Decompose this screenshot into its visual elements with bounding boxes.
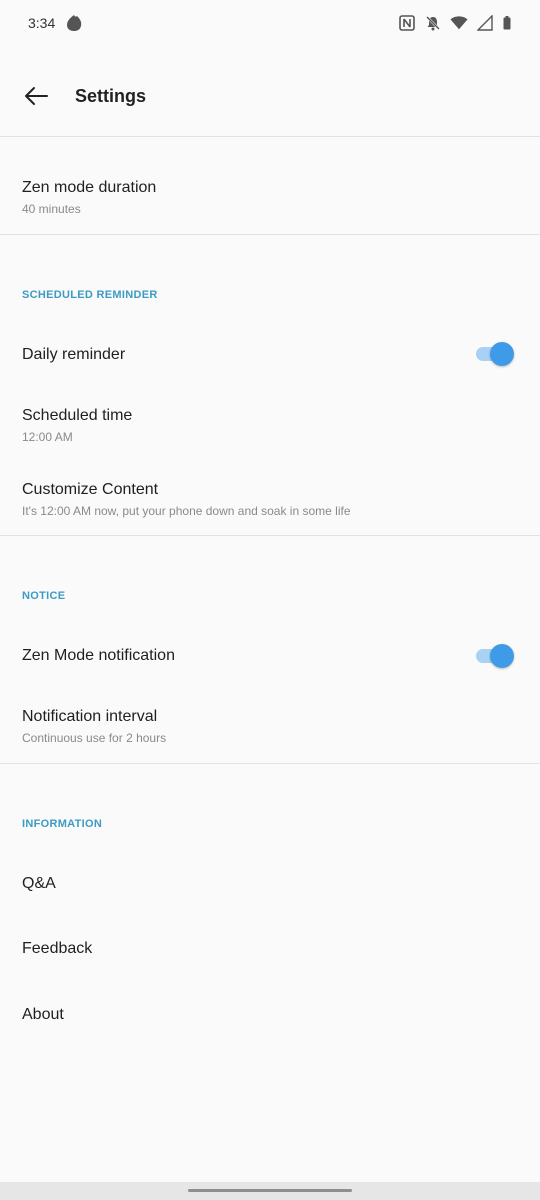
customize-content-item[interactable]: Customize Content It's 12:00 AM now, put… (0, 463, 540, 533)
qa-title: Q&A (22, 875, 56, 892)
daily-reminder-toggle[interactable] (474, 341, 514, 367)
toggle-thumb (490, 644, 514, 668)
customize-content-title: Customize Content (22, 481, 159, 498)
status-icons (398, 14, 512, 32)
notification-interval-value: Continuous use for 2 hours (22, 731, 167, 745)
zen-mode-notification-item[interactable]: Zen Mode notification (0, 626, 540, 686)
navigation-bar (0, 1182, 540, 1200)
home-indicator[interactable] (188, 1189, 352, 1192)
arrow-left-icon (25, 87, 48, 105)
nfc-icon (398, 14, 416, 32)
customize-content-value: It's 12:00 AM now, put your phone down a… (22, 504, 351, 518)
scheduled-time-value: 12:00 AM (22, 430, 73, 444)
bell-muted-icon (424, 14, 442, 32)
daily-reminder-item[interactable]: Daily reminder (0, 325, 540, 385)
feedback-item[interactable]: Feedback (0, 920, 540, 978)
zen-mode-duration-title: Zen mode duration (22, 179, 157, 196)
wifi-icon (450, 14, 468, 32)
zen-mode-notification-toggle[interactable] (474, 643, 514, 669)
about-title: About (22, 1006, 64, 1023)
back-button[interactable] (14, 78, 58, 114)
notification-interval-title: Notification interval (22, 708, 158, 725)
about-item[interactable]: About (0, 986, 540, 1044)
daily-reminder-title: Daily reminder (22, 346, 126, 363)
section-header-scheduled-reminder: SCHEDULED REMINDER (22, 289, 158, 301)
feedback-title: Feedback (22, 940, 93, 957)
app-notification-icon (66, 14, 82, 32)
scheduled-time-item[interactable]: Scheduled time 12:00 AM (0, 390, 540, 455)
section-header-notice: NOTICE (22, 590, 66, 602)
status-bar: 3:34 (0, 0, 540, 48)
section-header-information: INFORMATION (22, 818, 103, 830)
status-time: 3:34 (28, 15, 56, 31)
qa-item[interactable]: Q&A (0, 855, 540, 913)
zen-mode-duration-item[interactable]: Zen mode duration 40 minutes (0, 160, 540, 235)
divider (0, 763, 540, 764)
scheduled-time-title: Scheduled time (22, 407, 133, 424)
zen-mode-duration-value: 40 minutes (22, 202, 81, 216)
page-title: Settings (75, 86, 147, 106)
zen-mode-notification-title: Zen Mode notification (22, 647, 175, 664)
notification-interval-item[interactable]: Notification interval Continuous use for… (0, 690, 540, 760)
toggle-thumb (490, 342, 514, 366)
divider (0, 535, 540, 536)
battery-icon (502, 14, 512, 32)
divider (0, 234, 540, 235)
signal-icon (476, 14, 494, 32)
app-bar: Settings (0, 48, 540, 137)
